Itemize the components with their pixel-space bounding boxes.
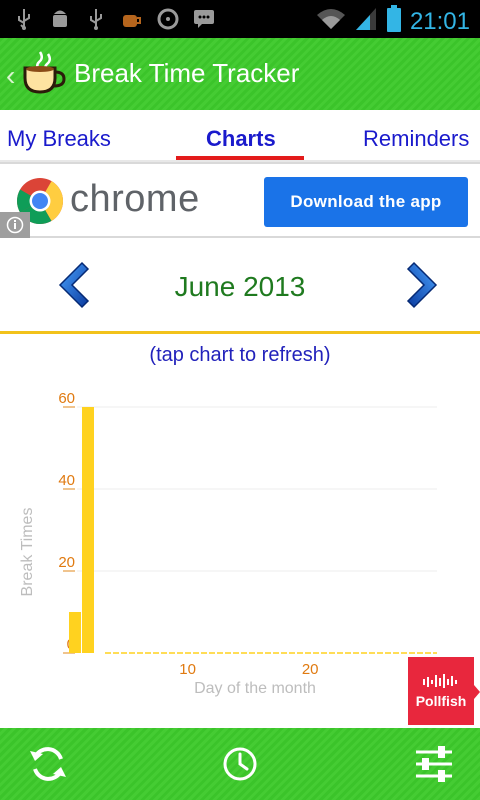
x-axis-label: Day of the month <box>194 680 316 697</box>
app-screen: 21:01 ‹ Break Time Tracker My Breaks Cha… <box>0 0 480 800</box>
signal-icon <box>354 6 378 37</box>
usb-icon <box>84 7 108 31</box>
y-axis-label: Break Times <box>19 508 36 597</box>
status-clock: 21:01 <box>409 7 470 35</box>
bar-day-2 <box>82 407 94 653</box>
app-title: Break Time Tracker <box>74 58 300 88</box>
tab-my-breaks[interactable]: My Breaks <box>7 126 111 152</box>
tab-charts[interactable]: Charts <box>206 126 276 152</box>
chevron-right-icon[interactable] <box>404 260 444 310</box>
clock-icon[interactable] <box>218 742 262 786</box>
android-debug-icon <box>48 7 72 31</box>
ad-download-button[interactable]: Download the app <box>264 177 468 227</box>
usb-icon <box>12 7 36 31</box>
coffee-cup-icon[interactable] <box>20 50 66 96</box>
chat-icon <box>192 7 216 31</box>
tab-bar: My Breaks Charts Reminders <box>0 110 480 162</box>
y-tick-label-40: 40 <box>58 472 75 489</box>
x-tick-label-20: 20 <box>302 661 319 678</box>
info-icon[interactable] <box>0 212 30 238</box>
break-times-chart[interactable]: Break Times Day of the month 02040601020 <box>0 380 480 700</box>
sync-disc-icon <box>156 7 180 31</box>
bottom-bar <box>0 728 480 800</box>
status-bar: 21:01 <box>0 0 480 38</box>
active-tab-indicator <box>176 156 304 160</box>
coffee-icon <box>120 7 144 31</box>
refresh-icon[interactable] <box>26 742 70 786</box>
up-chevron-icon[interactable]: ‹ <box>6 60 15 92</box>
audio-wave-icon <box>423 674 457 688</box>
refresh-hint: (tap chart to refresh) <box>149 344 331 366</box>
wifi-icon <box>316 7 346 36</box>
bar-day-1 <box>69 612 81 653</box>
battery-icon <box>386 5 402 38</box>
tab-reminders[interactable]: Reminders <box>363 126 469 152</box>
y-tick-label-20: 20 <box>58 554 75 571</box>
ad-brand-text: chrome <box>70 178 200 220</box>
pollfish-badge[interactable]: Pollfish <box>408 657 474 725</box>
y-tick-label-60: 60 <box>58 390 75 407</box>
ad-banner[interactable]: chrome Download the app <box>0 162 480 238</box>
settings-sliders-icon[interactable] <box>412 742 456 786</box>
pollfish-label: Pollfish <box>415 693 467 709</box>
action-bar: ‹ Break Time Tracker <box>0 38 480 110</box>
x-tick-label-10: 10 <box>179 661 196 678</box>
chart-svg[interactable]: Break Times Day of the month 02040601020 <box>0 380 480 700</box>
month-navigator: June 2013 <box>0 238 480 334</box>
pollfish-tab-arrow[interactable] <box>474 685 480 699</box>
